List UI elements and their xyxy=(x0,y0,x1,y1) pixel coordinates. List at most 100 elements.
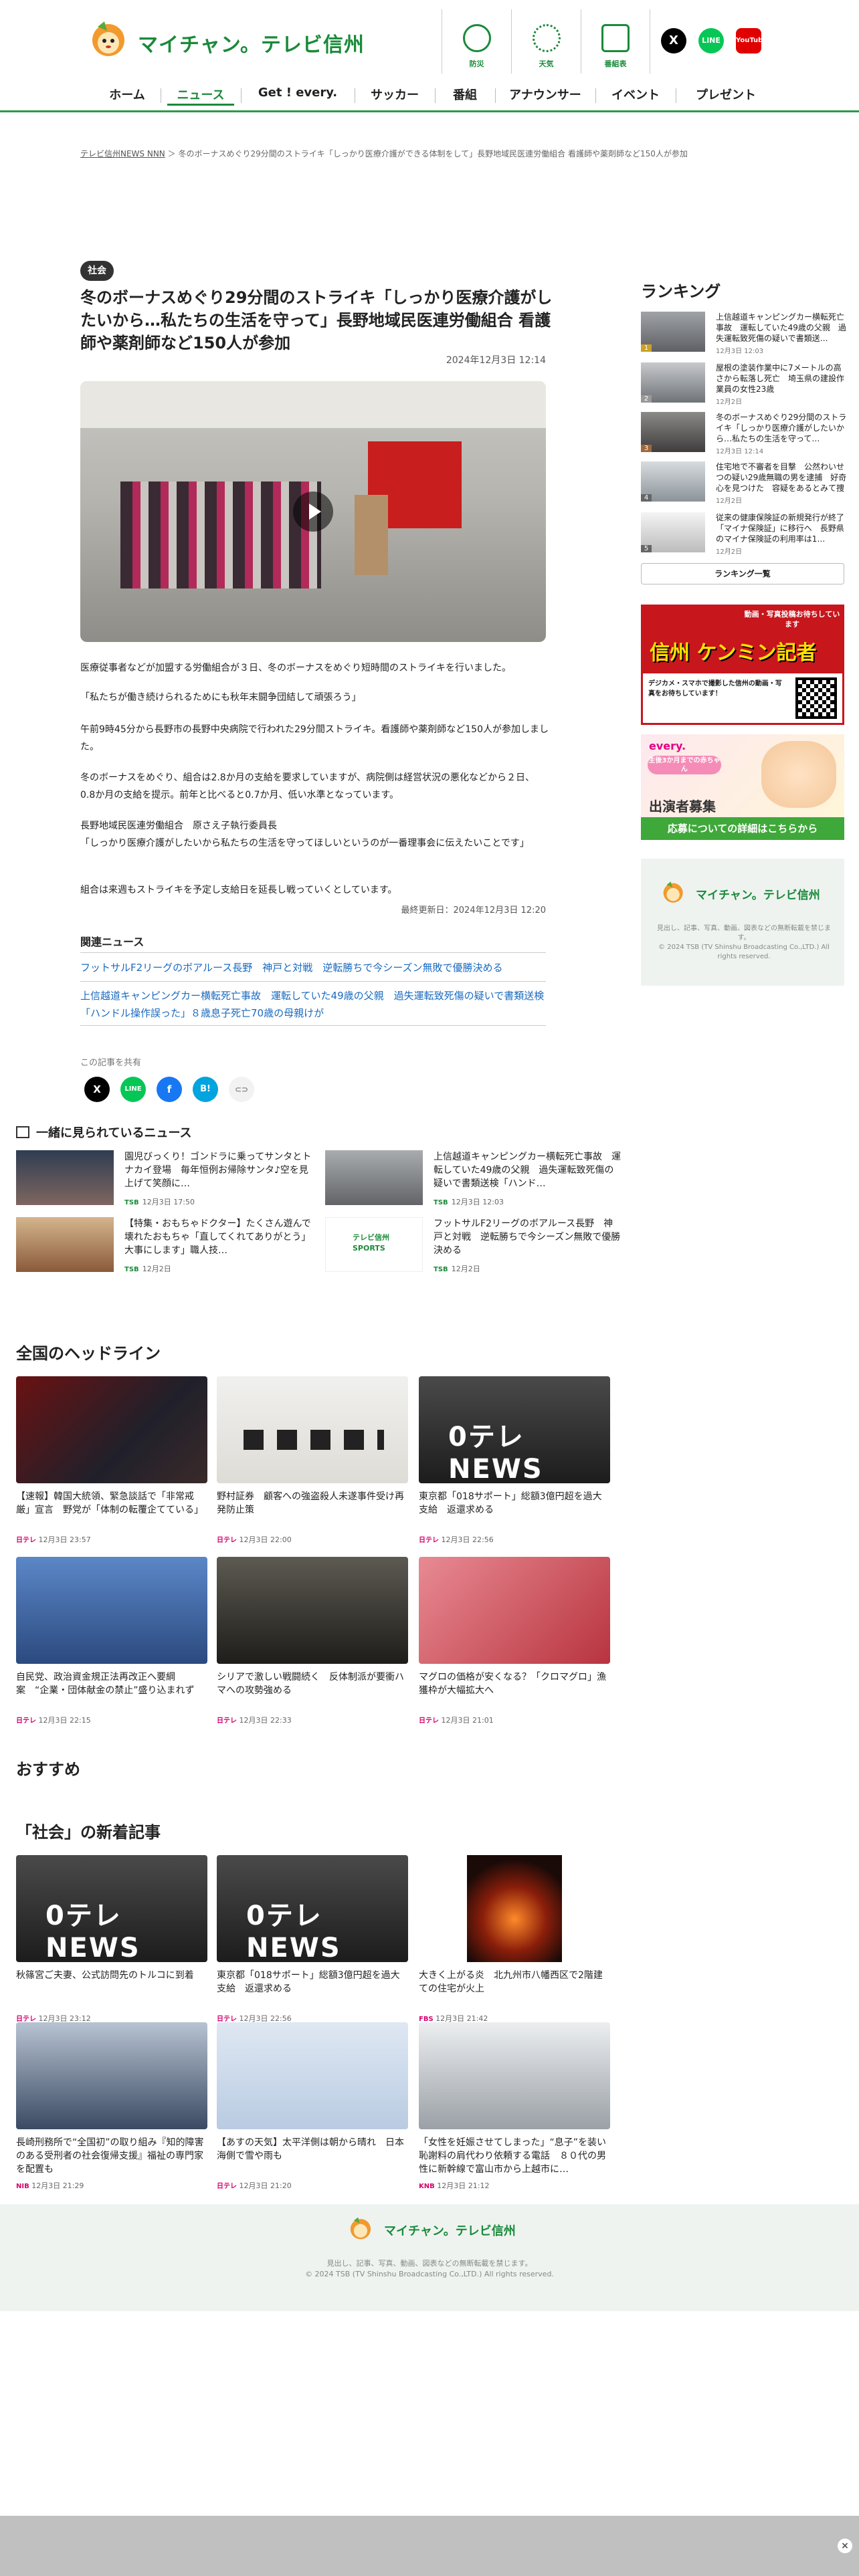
nav-news[interactable]: ニュース xyxy=(167,86,234,106)
facebook-share-icon[interactable]: f xyxy=(157,1077,182,1102)
line-share-icon[interactable]: LINE xyxy=(120,1077,146,1102)
news-thumbnail xyxy=(419,1557,610,1664)
news-thumbnail: 0テレNEWS xyxy=(16,1855,207,1962)
seen-item[interactable]: 【特集・おもちゃドクター】たくさん遊んで壊れたおもちゃ「直してくれてありがとう」… xyxy=(16,1217,311,1273)
site-logo[interactable]: マイチャン。テレビ信州 xyxy=(88,19,364,62)
national-card[interactable]: 0テレNEWS 東京都「018サポート」総額3億円超を過大支給 返還求める 日テ… xyxy=(419,1376,610,1545)
breadcrumb-home[interactable]: テレビ信州NEWS NNN xyxy=(80,149,165,158)
related-link[interactable]: フットサルF2リーグのボアルース長野 神戸と対戦 逆転勝ちで今シーズン無敗で優勝… xyxy=(80,959,546,982)
national-card[interactable]: 自民党、政治資金規正法再改正へ要綱案 “企業・団体献金の禁止”盛り込まれず 日テ… xyxy=(16,1557,207,1725)
paragraph: 「私たちが働き続けられるためにも秋年末闘争団結して頑張ろう」 xyxy=(80,692,361,703)
ranking-item[interactable]: 1 上信越道キャンピングカー横転死亡事故 運転していた49歳の父親 過失運転致死… xyxy=(641,312,848,355)
ad-banner[interactable]: × xyxy=(0,2516,859,2576)
mascot-icon xyxy=(92,21,124,56)
qr-code xyxy=(795,677,837,719)
breadcrumb: テレビ信州NEWS NNN ＞ 冬のボーナスめぐり29分間のストライキ「しっかり… xyxy=(80,148,688,159)
social-card[interactable]: 0テレNEWS 秋篠宮ご夫妻、公式訪問先のトルコに到着 日テレ 12月3日 23… xyxy=(16,1855,207,2024)
crowd-image xyxy=(120,481,321,588)
grid-icon xyxy=(601,24,630,52)
news-thumbnail: 1 xyxy=(641,312,705,352)
mascot-icon xyxy=(663,881,683,903)
social-card[interactable]: 「女性を妊娠させてしまった」“息子”を装い恥謝料の肩代わり依頼する電話 ８０代の… xyxy=(419,2022,610,2191)
ranking-item[interactable]: 5 従来の健康保険証の新規発行が終了「マイナ保険証」に移行へ 長野県のマイナ保険… xyxy=(641,512,848,556)
breadcrumb-sep: ＞ xyxy=(167,149,176,158)
news-thumbnail: 4 xyxy=(641,461,705,502)
footer-logo-text[interactable]: マイチャン。テレビ信州 xyxy=(384,2222,516,2239)
seen-item[interactable]: 園児びっくり！ゴンドラに乗ってサンタとトナカイ登場 毎年恒例お帰除サンタ♪空を見… xyxy=(16,1150,312,1206)
ranking-list-button[interactable]: ランキング一覧 xyxy=(641,563,844,584)
line-icon[interactable]: LINE xyxy=(698,28,724,53)
national-heading: 全国のヘッドライン xyxy=(16,1344,161,1363)
social-card[interactable]: 長崎刑務所で“全国初”の取り組み『知的障害のある受刑者の社会復帰支援』福祉の専門… xyxy=(16,2022,207,2191)
news-thumbnail: 3 xyxy=(641,412,705,452)
program-guide-button[interactable]: 番組表 xyxy=(581,9,650,74)
link-copy-icon[interactable]: ⊂⊃ xyxy=(229,1077,254,1102)
weather-button[interactable]: 天気 xyxy=(511,9,581,74)
x-share-icon[interactable]: X xyxy=(84,1077,110,1102)
ranking-item[interactable]: 3 冬のボーナスめぐり29分間のストライキ「しっかり医療介護がしたいから…私たち… xyxy=(641,412,848,455)
hatena-share-icon[interactable]: B! xyxy=(193,1077,218,1102)
nav-soccer[interactable]: サッカー xyxy=(361,86,428,106)
nav-events[interactable]: イベント xyxy=(602,86,669,106)
national-card[interactable]: シリアで激しい戦闘続く 反体制派が要衝ハマへの攻勢強める 日テレ 12月3日 2… xyxy=(217,1557,408,1725)
news-thumbnail xyxy=(16,1376,207,1483)
every-logo: every. xyxy=(649,740,686,752)
ranking-item[interactable]: 4 住宅地で不審者を目撃 公然わいせつの疑い29歳無職の男を逮捕 好奇心を見つけ… xyxy=(641,461,848,505)
play-button[interactable] xyxy=(293,492,333,532)
seen-item[interactable]: テレビ信州 SPORTS フットサルF2リーグのボアルース長野 神戸と対戦 逆転勝… xyxy=(325,1217,620,1273)
nav-get-every[interactable]: Get ! every. xyxy=(248,86,348,106)
news-thumbnail: 0テレNEWS xyxy=(419,1376,610,1483)
ranking-item[interactable]: 2 屋根の塗装作業中に7メートルの高さから転落し死亡 埼玉県の建設作業員の女性2… xyxy=(641,362,848,406)
nav-home[interactable]: ホーム xyxy=(100,86,154,106)
news-thumbnail: 2 xyxy=(641,362,705,403)
seen-together-heading: 一緒に見られているニュース xyxy=(16,1123,192,1141)
national-card[interactable]: 【速報】韓国大統領、緊急談話で「非常戒厳」宣言 野党が「体制の転覆企てている」 … xyxy=(16,1376,207,1545)
news-thumbnail xyxy=(16,1557,207,1664)
close-icon[interactable]: × xyxy=(838,2539,852,2553)
ntv-news-logo: 0テレNEWS xyxy=(448,1422,543,1483)
play-icon xyxy=(309,504,321,520)
site-header: マイチャン。テレビ信州 防災 天気 番組表 X LINE YouTube ホーム… xyxy=(0,0,859,112)
news-thumbnail xyxy=(217,2022,408,2129)
news-thumbnail xyxy=(16,1217,114,1272)
news-thumbnail xyxy=(16,1150,114,1205)
updated-date: 最終更新日：2024年12月3日 12:20 xyxy=(401,905,547,916)
news-thumbnail: 5 xyxy=(641,512,705,552)
article-date: 2024年12月3日 12:14 xyxy=(446,355,546,366)
paragraph: 長野地域民医連労働組合 原さえ子執行委員長 「しっかり医療介護がしたいから私たち… xyxy=(80,821,529,849)
nav-programs[interactable]: 番組 xyxy=(442,86,488,106)
breadcrumb-current: 冬のボーナスめぐり29分間のストライキ「しっかり医療介護ができる体制をして」長野… xyxy=(178,149,688,158)
related-heading: 関連ニュース xyxy=(80,936,145,948)
sun-icon xyxy=(532,24,561,52)
x-icon[interactable]: X xyxy=(661,28,686,53)
youtube-icon[interactable]: YouTube xyxy=(736,28,767,53)
nav-present[interactable]: プレゼント xyxy=(682,86,769,106)
article-video[interactable] xyxy=(80,381,546,642)
news-thumbnail xyxy=(325,1150,423,1205)
paragraph: 午前9時45分から長野市の長野中央病院で行われた29分間ストライキ。看護師や薬剤… xyxy=(80,724,549,752)
logo-text: マイチャン。テレビ信州 xyxy=(138,33,365,57)
national-card[interactable]: マグロの価格が安くなる？「クロマグロ」漁獲枠が大幅拡大へ 日テレ 12月3日 2… xyxy=(419,1557,610,1725)
seen-item-title: 【特集・おもちゃドクター】たくさん遊んで壊れたおもちゃ「直してくれてありがとう」… xyxy=(124,1218,311,1256)
category-badge[interactable]: 社会 xyxy=(80,261,114,281)
bousai-button[interactable]: 防災 xyxy=(442,9,511,74)
nav-announcers[interactable]: アナウンサー xyxy=(502,86,589,106)
social-card[interactable]: 大きく上がる炎 北九州市八幡西区で2階建ての住宅が火上 FBS 12月3日 21… xyxy=(419,1855,610,2024)
news-thumbnail xyxy=(217,1376,408,1483)
kenmin-reporter-banner[interactable]: 動画・写真投稿お待ちしています 信州 ケンミン記者 デジカメ・スマホで撮影した信… xyxy=(641,605,844,725)
national-card[interactable]: 野村証券 顧客への強盗殺人未遂事件受け再発防止策 日テレ 12月3日 22:00 xyxy=(217,1376,408,1545)
paragraph: 冬のボーナスをめぐり、組合は2.8か月の支給を要求していますが、病院側は経営状況… xyxy=(80,772,535,800)
sidebar-logo-box: マイチャン。テレビ信州 見出し、記事、写真、動画、図表などの無断転載を禁じます。… xyxy=(641,859,844,986)
social-card[interactable]: 【あすの天気】太平洋側は朝から晴れ 日本海側で雪や雨も 日テレ 12月3日 21… xyxy=(217,2022,408,2191)
footer-note: 見出し、記事、写真、動画、図表などの無断転載を禁じます。 xyxy=(326,2259,533,2268)
seen-item[interactable]: 上信越道キャンピングカー横転死亡事故 運転していた49歳の父親 過失運転致死傷の… xyxy=(325,1150,621,1206)
related-link[interactable]: 上信越道キャンピングカー横転死亡事故 運転していた49歳の父親 過失運転致死傷の… xyxy=(80,987,546,1026)
seen-item-title: 園児びっくり！ゴンドラに乗ってサンタとトナカイ登場 毎年恒例お帰除サンタ♪空を見… xyxy=(124,1152,312,1189)
list-icon xyxy=(16,1126,29,1138)
social-card[interactable]: 0テレNEWS 東京都「018サポート」総額3億円超を過大支給 返還求める 日テ… xyxy=(217,1855,408,2024)
every-casting-banner[interactable]: every. 生後3か月までの赤ちゃん 出演者募集 応募についての詳細はこちらか… xyxy=(641,734,844,840)
program-guide-label: 番組表 xyxy=(604,60,627,68)
paragraph: 医療従事者などが加盟する労働組合が３日、冬のボーナスをめぐり短時間のストライキを… xyxy=(80,663,511,673)
site-footer: マイチャン。テレビ信州 見出し、記事、写真、動画、図表などの無断転載を禁じます。… xyxy=(0,2204,859,2311)
news-thumbnail xyxy=(16,2022,207,2129)
